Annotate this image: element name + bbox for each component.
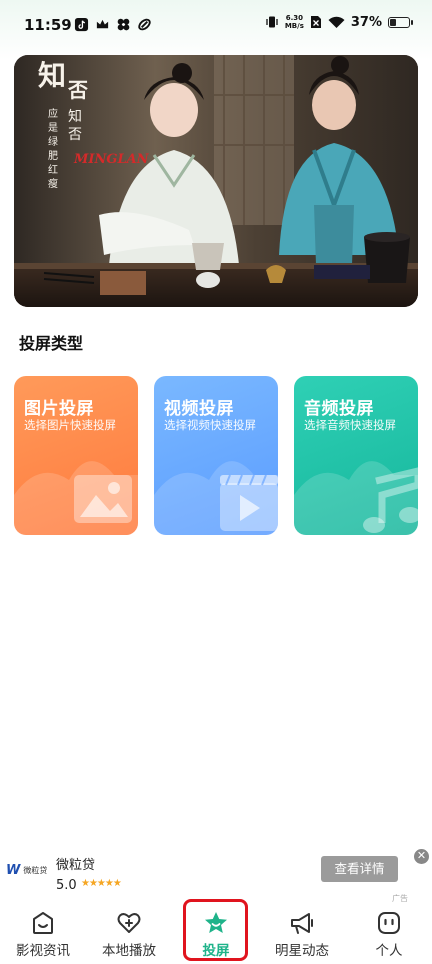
svg-text:瘦: 瘦 [48, 177, 58, 190]
svg-text:绿: 绿 [48, 135, 58, 148]
svg-text:应: 应 [48, 107, 58, 120]
network-speed: 6.30 MB/s [284, 14, 304, 30]
ad-name: 微粒贷 [56, 858, 96, 873]
svg-text:否: 否 [67, 78, 88, 102]
battery-icon [388, 16, 413, 28]
crown-icon [96, 19, 109, 29]
nav-label: 影视资讯 [16, 943, 70, 959]
person-face-icon [378, 912, 400, 934]
nav-item-celebrity[interactable]: 明星动态 [259, 910, 345, 960]
svg-text:红: 红 [48, 163, 58, 176]
svg-text:肥: 肥 [48, 150, 58, 162]
active-tab-highlight [183, 899, 248, 961]
no-sim-icon [310, 16, 321, 28]
tiktok-icon [74, 17, 89, 32]
svg-text:知: 知 [38, 59, 66, 92]
featured-banner[interactable]: 知 否 知 否 应 是 绿 肥 红 瘦 MINGLAN [14, 55, 418, 307]
heart-plus-icon [117, 913, 141, 933]
svg-text:否: 否 [68, 127, 82, 143]
banner-image: 知 否 知 否 应 是 绿 肥 红 瘦 MINGLAN [14, 55, 418, 307]
link-icon [138, 18, 151, 31]
ad-details-button[interactable]: 查看详情 [321, 856, 398, 882]
video-icon [154, 461, 278, 535]
battery-level [390, 18, 396, 26]
ad-stars: ★★★★★ [81, 878, 122, 889]
ad-rating: 5.0 [56, 878, 77, 893]
nav-item-local-play[interactable]: 本地播放 [86, 910, 172, 960]
status-bar: 11:59 6.30 MB/s 37% [0, 0, 432, 50]
battery-percent: 37% [350, 14, 382, 30]
status-notification-icons [74, 17, 152, 32]
card-video-cast[interactable]: 视频投屏 选择视频快速投屏 [154, 376, 278, 535]
ad-brand-logo: W 微粒贷 [6, 863, 48, 878]
nav-label: 个人 [375, 943, 403, 959]
ad-banner[interactable]: W 微粒贷 微粒贷 5.0 ★★★★★ 查看详情 ✕ 广告 [0, 848, 432, 904]
svg-text:知: 知 [68, 108, 82, 125]
tv-smile-icon [33, 912, 53, 934]
image-icon [14, 461, 138, 535]
music-note-icon [294, 461, 418, 535]
card-audio-cast[interactable]: 音频投屏 选择音频快速投屏 [294, 376, 418, 535]
wifi-icon [328, 16, 345, 28]
screen: 11:59 6.30 MB/s 37% 知 否 知 否 应 是 绿 肥 红 瘦 … [0, 0, 432, 964]
vibrate-icon [266, 16, 278, 28]
ad-tag: 广告 [392, 894, 408, 903]
megaphone-icon [291, 913, 313, 934]
status-system-icons: 6.30 MB/s 37% [265, 14, 413, 30]
ad-close-icon[interactable]: ✕ [414, 849, 429, 864]
section-title: 投屏类型 [19, 334, 84, 353]
nav-label: 本地播放 [102, 943, 156, 959]
card-title: 视频投屏 [164, 399, 234, 419]
card-image-cast[interactable]: 图片投屏 选择图片快速投屏 [14, 376, 138, 535]
svg-text:MINGLAN: MINGLAN [73, 152, 150, 167]
status-time: 11:59 [24, 16, 72, 34]
card-title: 图片投屏 [24, 399, 94, 419]
card-title: 音频投屏 [304, 399, 374, 419]
svg-text:是: 是 [48, 122, 58, 134]
nav-item-profile[interactable]: 个人 [346, 910, 432, 960]
nav-label: 明星动态 [275, 943, 329, 959]
nav-item-news[interactable]: 影视资讯 [0, 910, 86, 960]
clover-icon [117, 18, 130, 31]
cast-type-cards: 图片投屏 选择图片快速投屏 视频投屏 选择视频快速投屏 音频投屏 选择音频快速投… [14, 376, 418, 535]
